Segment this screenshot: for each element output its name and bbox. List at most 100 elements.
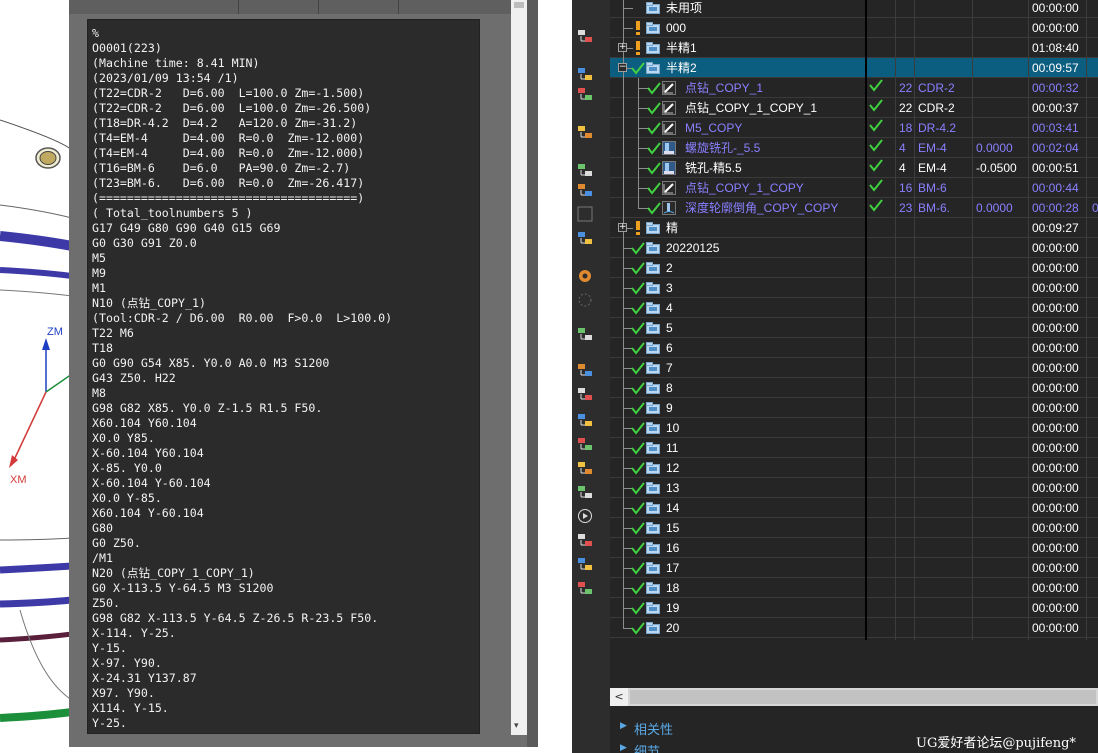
status-check-icon (868, 178, 888, 198)
operation-name: 6 (666, 341, 673, 355)
program-group-row[interactable]: 9 00:00:00 (610, 398, 1098, 418)
flags-icon[interactable] (577, 580, 595, 598)
refresh-icon[interactable] (577, 162, 595, 180)
program-group-row[interactable]: + 半精1 01:08:40 (610, 38, 1098, 58)
star-icon[interactable] (577, 412, 595, 430)
program-group-row[interactable]: 15 00:00:00 (610, 518, 1098, 538)
wand-icon[interactable] (577, 230, 595, 248)
nc-scroll-thumb[interactable] (514, 2, 524, 8)
replace-icon[interactable] (577, 124, 595, 142)
warning-icon[interactable] (577, 326, 595, 344)
program-group-row[interactable]: 20 00:00:00 (610, 618, 1098, 638)
column-divider (972, 0, 973, 640)
replace-icon-2[interactable] (577, 386, 595, 404)
operation-name: 12 (666, 461, 680, 475)
scroll-down-icon[interactable]: ▾ (514, 721, 519, 731)
expand-icon[interactable]: + (618, 43, 627, 52)
program-group-row[interactable]: 未用项 00:00:00 (610, 0, 1098, 18)
program-group-row[interactable]: 4 00:00:00 (610, 298, 1098, 318)
machining-time: 00:00:00 (1032, 301, 1079, 315)
play-icon[interactable] (577, 508, 595, 526)
nc-code-line: (T4=EM-4 D=4.00 R=0.0 Zm=-12.000) (92, 146, 365, 160)
program-group-row[interactable]: 20220125 00:00:00 (610, 238, 1098, 258)
program-group-row[interactable]: 19 00:00:00 (610, 598, 1098, 618)
spinner-icon[interactable] (577, 292, 595, 310)
nc-code-line: X0.0 Y-85. (92, 491, 162, 505)
collapse-icon[interactable]: − (618, 63, 627, 72)
tree-connector (623, 98, 624, 118)
scroll-left-icon[interactable]: < (610, 688, 628, 706)
drill-operation-icon (662, 181, 676, 198)
program-group-row[interactable]: 6 00:00:00 (610, 338, 1098, 358)
program-group-row[interactable]: 11 00:00:00 (610, 438, 1098, 458)
tool-name: EM-4 (918, 141, 947, 155)
expand-triangle-icon[interactable]: ▶ (620, 721, 627, 731)
program-group-row[interactable]: − 半精2 00:09:57 (610, 58, 1098, 78)
cad-viewport[interactable]: ZM XM (0, 0, 72, 753)
program-group-row[interactable]: 000 00:00:00 (610, 18, 1098, 38)
nc-code-line: (T22=CDR-2 D=6.00 L=100.0 Zm=-1.500) (92, 86, 365, 100)
doc-icon[interactable] (577, 556, 595, 574)
operation-row[interactable]: 点钻_COPY_1 22 CDR-2 00:00:32 (610, 78, 1098, 98)
program-group-row[interactable]: 18 00:00:00 (610, 578, 1098, 598)
program-group-row[interactable]: + 精 00:09:27 (610, 218, 1098, 238)
machining-time: 00:00:00 (1032, 581, 1079, 595)
stock-value: -0.0500 (976, 161, 1017, 175)
operation-row[interactable]: M5_COPY 18 DR-4.2 00:03:41 (610, 118, 1098, 138)
operation-row[interactable]: 点钻_COPY_1_COPY 16 BM-6 00:00:44 (610, 178, 1098, 198)
program-group-row[interactable]: 10 00:00:00 (610, 418, 1098, 438)
column-divider (914, 0, 915, 640)
navigator-scroll-thumb[interactable] (630, 690, 1096, 704)
nc-vertical-scrollbar[interactable]: ▾ (511, 0, 527, 735)
machining-time: 00:00:00 (1032, 21, 1079, 35)
shift-icon-3[interactable] (577, 532, 595, 550)
blank-icon[interactable] (577, 206, 595, 224)
machining-time: 00:00:00 (1032, 481, 1079, 495)
folder-icon (646, 622, 660, 637)
gear-icon[interactable] (577, 268, 595, 286)
program-group-row[interactable]: 12 00:00:00 (610, 458, 1098, 478)
navigator-horizontal-scrollbar[interactable]: < (610, 688, 1098, 706)
expand-icon[interactable]: + (618, 223, 627, 232)
nc-code-listing[interactable]: % O0001(223) (Machine time: 8.41 MIN) (2023… (87, 19, 480, 734)
copy-icon-2[interactable] (577, 362, 595, 380)
folder-icon (646, 62, 660, 77)
machining-time: 00:03:41 (1032, 121, 1079, 135)
machining-time: 00:00:51 (1032, 161, 1079, 175)
machining-time: 00:00:00 (1032, 381, 1079, 395)
program-group-row[interactable]: 16 00:00:00 (610, 538, 1098, 558)
program-group-row[interactable]: 13 00:00:00 (610, 478, 1098, 498)
nc-code-line: X0.0 Y85. (92, 431, 155, 445)
folder-icon (646, 462, 660, 477)
warning-icon (633, 40, 643, 59)
program-group-row[interactable]: 17 00:00:00 (610, 558, 1098, 578)
program-group-row[interactable]: 2 00:00:00 (610, 258, 1098, 278)
shift-icon[interactable] (577, 66, 595, 84)
program-group-row[interactable]: 14 00:00:00 (610, 498, 1098, 518)
nc-window-header (69, 0, 538, 14)
operation-name: 点钻_COPY_1_COPY (685, 181, 804, 195)
copy-icon[interactable] (577, 28, 595, 46)
expand-triangle-icon[interactable]: ▶ (620, 743, 627, 753)
clock-icon[interactable] (577, 182, 595, 200)
operation-row[interactable]: 点钻_COPY_1_COPY_1 22 CDR-2 00:00:37 (610, 98, 1098, 118)
shift-icon-2[interactable] (577, 86, 595, 104)
folder-icon (646, 602, 660, 617)
machining-time: 00:00:00 (1032, 521, 1079, 535)
arrows-icon[interactable] (577, 436, 595, 454)
program-group-row[interactable]: 8 00:00:00 (610, 378, 1098, 398)
mill-operation-icon (662, 161, 676, 178)
z-axis-label: ZM (47, 326, 63, 338)
operation-row[interactable]: 螺旋铣孔-_5.5 4 EM-4 0.0000 00:02:04 (610, 138, 1098, 158)
nc-code-line: X114. Y-15. (92, 701, 169, 715)
operation-row[interactable]: 铣孔-精5.5 4 EM-4 -0.0500 00:00:51 (610, 158, 1098, 178)
graph-icon[interactable] (577, 484, 595, 502)
list-icon[interactable] (577, 460, 595, 478)
program-group-row[interactable]: 3 00:00:00 (610, 278, 1098, 298)
operation-name: 精 (666, 221, 679, 235)
program-group-row[interactable]: 5 00:00:00 (610, 318, 1098, 338)
nc-code-line: X60.104 Y-60.104 (92, 506, 204, 520)
program-group-row[interactable]: 7 00:00:00 (610, 358, 1098, 378)
nc-code-line: T22 M6 (92, 326, 134, 340)
operation-row[interactable]: 深度轮廓倒角_COPY_COPY 23 BM-6. 0.0000 00:00:28 0 (610, 198, 1098, 218)
